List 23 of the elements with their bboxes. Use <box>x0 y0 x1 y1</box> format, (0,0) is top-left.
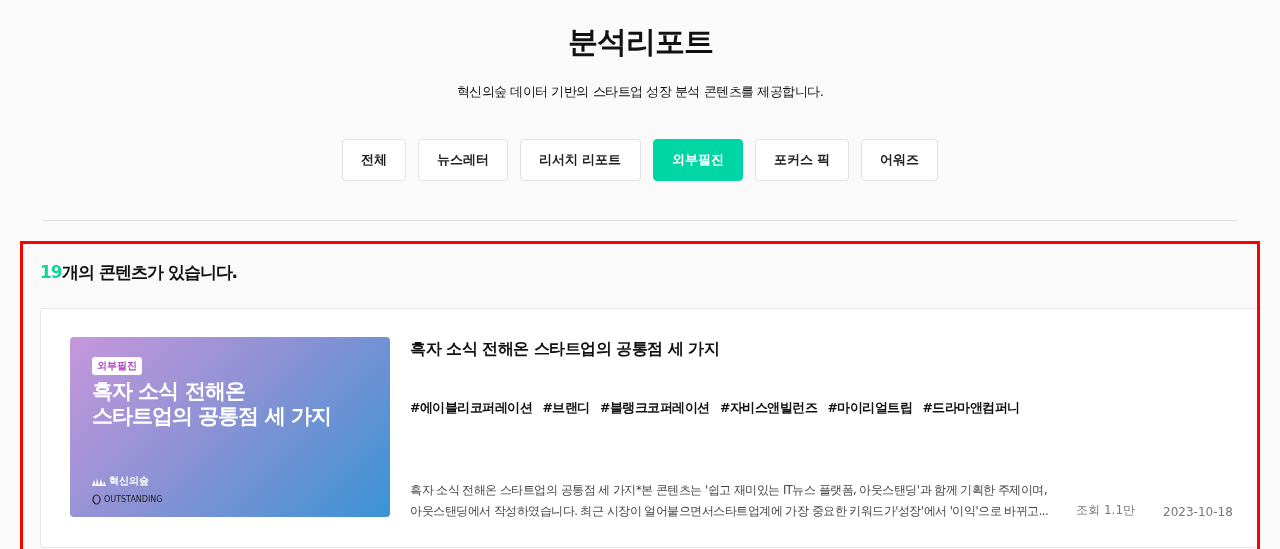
hashtag-link[interactable]: #자비스앤빌런즈 <box>719 400 818 417</box>
partner-logo: OUTSTANDING <box>92 494 163 505</box>
hashtag-link[interactable]: #마이리얼트립 <box>827 400 913 417</box>
hashtag-link[interactable]: #에이블리코퍼레이션 <box>410 400 533 417</box>
category-tab[interactable]: 포커스 픽 <box>754 139 850 181</box>
view-count: 조회 1.1만 <box>1076 502 1136 519</box>
content-count: 19개의 콘텐츠가 있습니다. <box>40 261 238 284</box>
page-title: 분석리포트 <box>567 23 713 61</box>
page-subtitle: 혁신의숲 데이터 기반의 스타트업 성장 분석 콘텐츠를 제공합니다. <box>456 83 824 101</box>
category-tab[interactable]: 리서치 리포트 <box>519 139 641 181</box>
publish-date: 2023-10-18 <box>1163 505 1233 519</box>
article-card[interactable] <box>40 308 1257 548</box>
hashtag-link[interactable]: #브랜디 <box>542 400 590 417</box>
article-description: 흑자 소식 전해온 스타트업의 공통점 세 가지*본 콘텐츠는 '쉽고 재미있는 IT뉴스 플랫폼, 아웃스탠딩'과 함께 기획한 주제이며, 아웃스탠딩에서 작성하였습니다. 최근 시장이 얼어붙으면서스타트업계에 가장 중요한 키워드가'성장'에서 '이익'으로 바뀌고... <box>410 483 1049 519</box>
hashtag-link[interactable]: #블랭크코퍼레이션 <box>599 400 710 417</box>
category-tab[interactable]: 뉴스레터 <box>417 139 508 181</box>
thumbnail-title: 흑자 소식 전해온 스타트업의 공통점 세 가지 <box>92 379 331 430</box>
hashtag-link[interactable]: #드라마앤컴퍼니 <box>922 400 1020 417</box>
category-tab[interactable]: 어워즈 <box>861 139 939 181</box>
thumbnail-badge: 외부필진 <box>92 357 142 375</box>
brand-logo: 혁신의숲 <box>92 474 149 488</box>
article-title[interactable]: 흑자 소식 전해온 스타트업의 공통점 세 가지 <box>410 339 1230 360</box>
category-tab[interactable]: 전체 <box>341 139 406 181</box>
